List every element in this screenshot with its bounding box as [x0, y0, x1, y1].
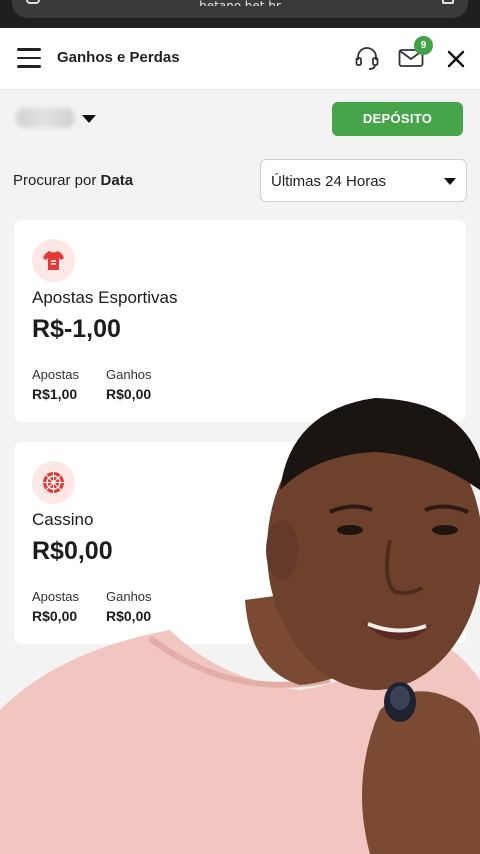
search-label-prefix: Procurar por [13, 172, 97, 189]
share-icon[interactable] [442, 0, 454, 4]
caret-down-icon[interactable] [82, 115, 96, 123]
hamburger-menu-icon[interactable] [17, 48, 41, 68]
search-label-field: Data [100, 172, 134, 189]
period-select-value: Últimas 24 Horas [271, 173, 387, 190]
browser-toolbar: betano.bet.br [0, 0, 480, 28]
caret-down-icon [444, 178, 456, 185]
address-bar[interactable]: betano.bet.br [12, 0, 468, 18]
app-header: Ganhos e Perdas 9 [0, 28, 480, 90]
account-selector[interactable] [16, 108, 74, 128]
messages-badge: 9 [414, 36, 433, 55]
card-title: Apostas Esportivas [32, 288, 178, 307]
page-title: Ganhos e Perdas [57, 49, 180, 66]
presenter-video-overlay [0, 398, 480, 854]
period-select[interactable]: Últimas 24 Horas [260, 159, 467, 202]
jersey-icon [32, 239, 75, 282]
address-url: betano.bet.br [12, 0, 468, 6]
close-icon[interactable] [446, 49, 466, 69]
headset-support-icon[interactable] [354, 45, 380, 71]
deposit-button[interactable]: DEPÓSITO [332, 102, 463, 136]
card-balance: R$-1,00 [32, 315, 121, 343]
search-by-label: Procurar por Data [13, 172, 133, 189]
